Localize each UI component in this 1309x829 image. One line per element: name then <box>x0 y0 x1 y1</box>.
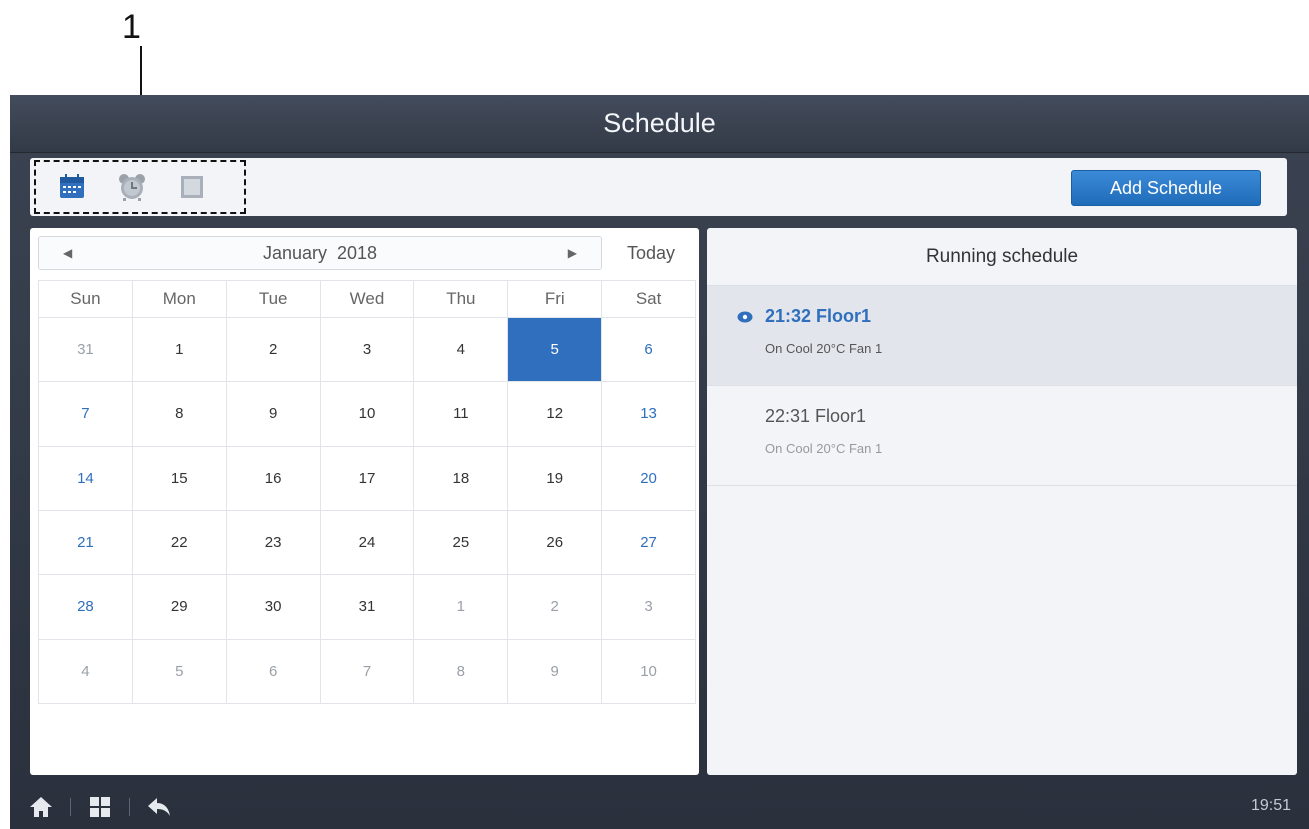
calendar-view-button[interactable] <box>56 171 88 203</box>
day-cell[interactable]: 2 <box>226 318 321 383</box>
day-cell[interactable]: 4 <box>39 639 133 704</box>
title-bar: Schedule <box>10 95 1309 153</box>
calendar-icon <box>60 174 84 198</box>
day-cell[interactable]: 8 <box>414 639 509 704</box>
back-icon <box>148 798 170 816</box>
day-cell[interactable]: 6 <box>226 639 321 704</box>
day-cell[interactable]: 30 <box>226 575 321 640</box>
weekday-label: Mon <box>133 281 227 317</box>
apps-button[interactable] <box>87 794 113 820</box>
day-cell-selected[interactable]: 5 <box>508 318 603 383</box>
window-title: Schedule <box>603 108 716 138</box>
bottom-bar: 19:51 <box>10 785 1309 829</box>
today-button[interactable]: Today <box>616 236 686 270</box>
alarm-view-button[interactable] <box>116 171 148 203</box>
day-cell[interactable]: 7 <box>39 382 133 447</box>
home-icon <box>30 797 52 817</box>
annotation-number: 1 <box>122 8 141 46</box>
day-cell[interactable]: 8 <box>132 382 227 447</box>
running-schedule-title: Running schedule <box>707 228 1297 286</box>
home-button[interactable] <box>28 794 54 820</box>
day-cell[interactable]: 24 <box>320 511 415 576</box>
schedule-item[interactable]: 22:31 Floor1 On Cool 20°C Fan 1 <box>707 386 1297 486</box>
day-cell[interactable]: 4 <box>414 318 509 383</box>
day-cell[interactable]: 10 <box>320 382 415 447</box>
weekday-label: Wed <box>321 281 415 317</box>
schedule-detail-label: On Cool 20°C Fan 1 <box>765 341 883 356</box>
day-cell[interactable]: 18 <box>414 446 509 511</box>
list-view-button[interactable] <box>176 171 208 203</box>
month-year-label: January 2018 <box>263 243 377 264</box>
weekday-label: Fri <box>508 281 603 317</box>
day-cell[interactable]: 15 <box>132 446 227 511</box>
day-cell[interactable]: 2 <box>508 575 603 640</box>
weekday-header-row: Sun Mon Tue Wed Thu Fri Sat <box>38 280 697 318</box>
day-cell[interactable]: 20 <box>602 446 696 511</box>
day-cell[interactable]: 10 <box>602 639 696 704</box>
schedule-time-label: 21:32 Floor1 <box>765 306 872 326</box>
day-cell[interactable]: 16 <box>226 446 321 511</box>
day-cell[interactable]: 19 <box>508 446 603 511</box>
day-cell[interactable]: 14 <box>39 446 133 511</box>
clock: 19:51 <box>1250 797 1291 814</box>
day-cell[interactable]: 11 <box>414 382 509 447</box>
weekday-label: Tue <box>227 281 321 317</box>
day-cell[interactable]: 3 <box>320 318 415 383</box>
day-cell[interactable]: 28 <box>39 575 133 640</box>
month-navigator: ◀ January 2018 ▶ <box>38 236 602 270</box>
alarm-clock-icon <box>119 174 145 201</box>
separator <box>70 798 71 816</box>
day-cell[interactable]: 9 <box>508 639 603 704</box>
weekday-label: Thu <box>414 281 509 317</box>
day-cell[interactable]: 23 <box>226 511 321 576</box>
prev-month-arrow-icon[interactable]: ◀ <box>63 246 72 260</box>
day-cell[interactable]: 26 <box>508 511 603 576</box>
day-cell[interactable]: 9 <box>226 382 321 447</box>
toolbar: Add Schedule <box>30 158 1287 216</box>
weekday-label: Sat <box>602 281 697 317</box>
day-cell[interactable]: 21 <box>39 511 133 576</box>
calendar-panel: ◀ January 2018 ▶ Today Sun Mon Tue Wed T… <box>30 228 699 775</box>
separator <box>129 798 130 816</box>
day-cell[interactable]: 3 <box>602 575 696 640</box>
next-month-arrow-icon[interactable]: ▶ <box>568 246 577 260</box>
day-cell[interactable]: 27 <box>602 511 696 576</box>
day-cell[interactable]: 7 <box>320 639 415 704</box>
running-schedule-panel: Running schedule 21:32 Floor1 On Cool 20… <box>707 228 1297 775</box>
day-grid: 31 1 2 3 4 5 6 7 8 9 10 11 12 13 14 15 1… <box>38 318 696 704</box>
list-icon <box>181 176 203 198</box>
month-label: January <box>262 242 327 263</box>
back-button[interactable] <box>146 794 172 820</box>
day-cell[interactable]: 1 <box>414 575 509 640</box>
day-cell[interactable]: 13 <box>602 382 696 447</box>
weekday-label: Sun <box>39 281 133 317</box>
day-cell[interactable]: 22 <box>132 511 227 576</box>
running-indicator-icon <box>737 311 753 323</box>
day-cell[interactable]: 31 <box>39 318 133 383</box>
day-cell[interactable]: 25 <box>414 511 509 576</box>
day-cell[interactable]: 31 <box>320 575 415 640</box>
apps-grid-icon <box>90 797 110 817</box>
day-cell[interactable]: 17 <box>320 446 415 511</box>
schedule-item-active[interactable]: 21:32 Floor1 On Cool 20°C Fan 1 <box>707 286 1297 386</box>
schedule-detail-label: On Cool 20°C Fan 1 <box>765 441 883 456</box>
day-cell[interactable]: 29 <box>132 575 227 640</box>
screen: Schedule Add Schedule ◀ January 2018 ▶ T… <box>10 95 1309 829</box>
add-schedule-button[interactable]: Add Schedule <box>1071 170 1261 206</box>
day-cell[interactable]: 1 <box>132 318 227 383</box>
view-switcher <box>34 160 246 214</box>
day-cell[interactable]: 12 <box>508 382 603 447</box>
year-label: 2018 <box>337 242 378 263</box>
day-cell[interactable]: 5 <box>132 639 227 704</box>
day-cell[interactable]: 6 <box>602 318 696 383</box>
schedule-time-label: 22:31 Floor1 <box>765 406 867 426</box>
